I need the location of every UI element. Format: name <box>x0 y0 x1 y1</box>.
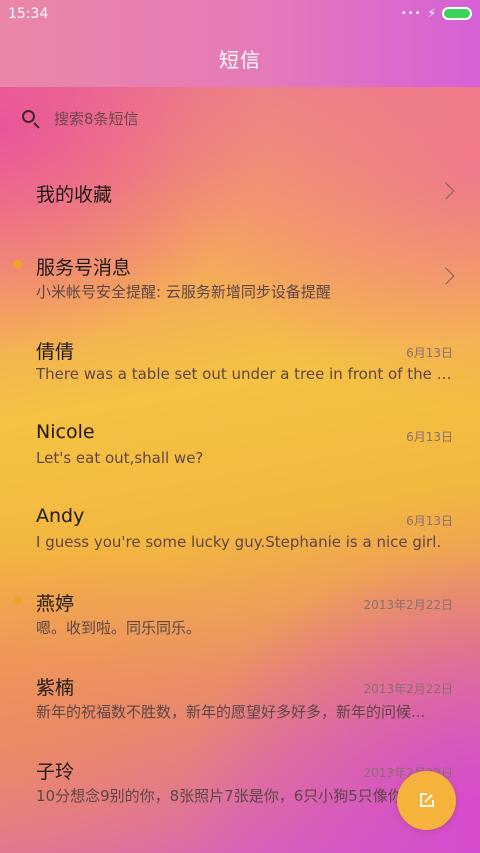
conversation-name: Andy <box>36 505 85 527</box>
conversation-preview: 10分想念9别的你，8张照片7张是你，6只小狗5只像你... <box>36 787 418 805</box>
charging-icon: ⚡ <box>427 6 436 20</box>
conversation-date: 2013年2月22日 <box>363 598 453 612</box>
unread-dot <box>13 596 22 605</box>
conversation-date: 2013年2月22日 <box>363 682 453 696</box>
status-bar: 15:34 ••• ⚡ <box>0 0 480 28</box>
conversation-name: 燕婷 <box>36 593 75 615</box>
conversation-name: 服务号消息 <box>36 257 132 279</box>
search-icon <box>20 108 42 130</box>
compose-icon <box>420 793 434 807</box>
conversation-preview: There was a table set out under a tree i… <box>36 365 454 383</box>
conversation-item[interactable]: Nicole 6月13日 Let's eat out,shall we? <box>0 401 480 485</box>
compose-button[interactable] <box>397 771 456 830</box>
conversation-preview: I guess you're some lucky guy.Stephanie … <box>36 533 442 551</box>
conversation-item[interactable]: 燕婷 2013年2月22日 嗯。收到啦。同乐同乐。 <box>0 569 480 653</box>
conversation-name: Nicole <box>36 421 95 443</box>
page-title: 短信 <box>219 48 261 72</box>
conversation-preview: 小米帐号安全提醒: 云服务新增同步设备提醒 <box>36 283 331 301</box>
conversation-name: 紫楠 <box>36 677 75 699</box>
search-bar[interactable] <box>20 106 440 132</box>
conversation-name: 子玲 <box>36 761 75 783</box>
conversation-date: 6月13日 <box>406 430 453 444</box>
conversation-preview: Let's eat out,shall we? <box>36 449 204 467</box>
chevron-right-icon <box>437 182 455 200</box>
battery-icon <box>442 6 472 20</box>
service-messages-item[interactable]: 服务号消息 小米帐号安全提醒: 云服务新增同步设备提醒 <box>0 233 480 317</box>
conversation-preview: 嗯。收到啦。同乐同乐。 <box>36 619 202 637</box>
conversation-date: 6月13日 <box>406 514 453 528</box>
conversation-name: 倩倩 <box>36 341 75 363</box>
conversation-item[interactable]: 倩倩 6月13日 There was a table set out under… <box>0 317 480 401</box>
signal-dots-icon: ••• <box>400 7 422 19</box>
status-time: 15:34 <box>8 6 49 22</box>
status-icons: ••• ⚡ <box>401 6 472 20</box>
favorites-item[interactable]: 我的收藏 <box>0 149 480 233</box>
search-input[interactable] <box>54 110 414 128</box>
unread-dot <box>13 260 22 269</box>
conversation-preview: 新年的祝福数不胜数，新年的愿望好多好多，新年的问候... <box>36 703 426 721</box>
conversation-item[interactable]: 紫楠 2013年2月22日 新年的祝福数不胜数，新年的愿望好多好多，新年的问候.… <box>0 653 480 737</box>
favorites-label: 我的收藏 <box>36 184 113 206</box>
conversation-date: 6月13日 <box>406 346 453 360</box>
conversation-item[interactable]: Andy 6月13日 I guess you're some lucky guy… <box>0 485 480 569</box>
